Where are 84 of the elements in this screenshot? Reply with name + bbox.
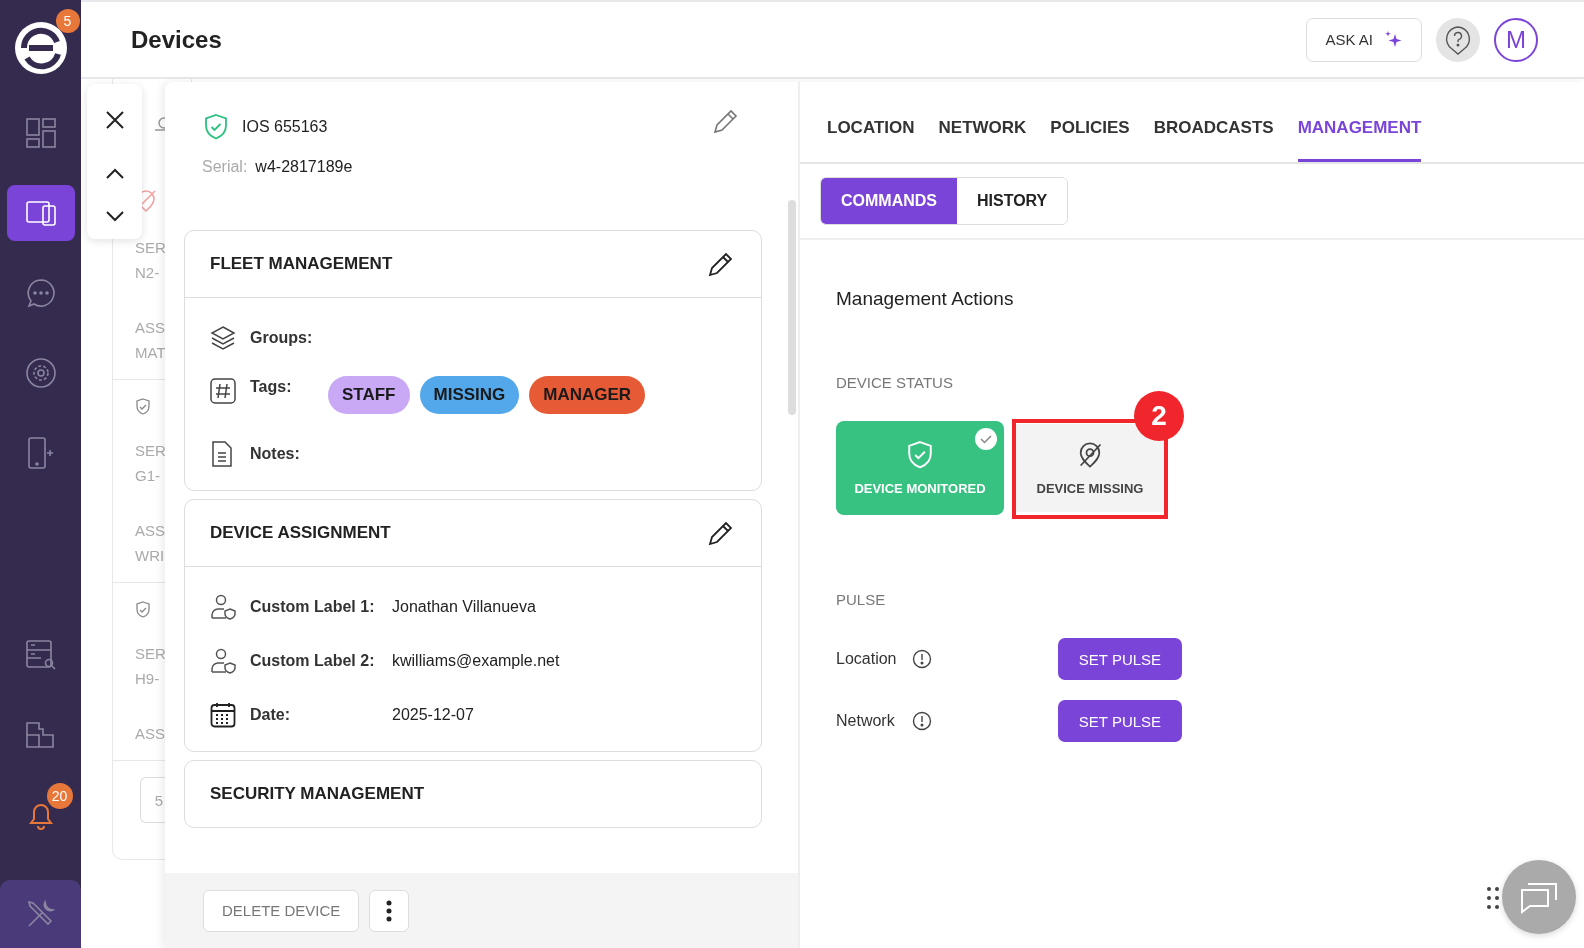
group-label: PULSE [836,591,887,608]
segment-tab[interactable]: COMMANDS [821,178,957,224]
calendar-icon [210,702,236,728]
chevron-down-icon[interactable] [104,210,125,222]
section-heading: Management Actions [836,288,1015,310]
close-icon[interactable] [104,110,125,130]
section-title: DEVICE ASSIGNMENT [210,523,391,543]
shield-check-icon [204,114,228,140]
setting-label: Location [836,650,898,668]
set-pulse-button[interactable]: SET PULSE [1058,638,1182,680]
shield-check-icon [907,440,933,469]
list-text: ASS [135,319,166,336]
setting-label: Network [836,712,896,730]
user-shield-icon [210,594,238,620]
list-text: SER [135,645,167,662]
user-avatar[interactable]: M [1494,17,1538,62]
delete-device-button[interactable]: DELETE DEVICE [203,889,360,932]
scrollbar-thumb[interactable] [788,200,796,415]
edit-icon[interactable] [707,250,735,278]
dashboard-icon [24,117,57,149]
user-shield-icon [210,648,238,674]
tab[interactable]: LOCATION [827,96,915,162]
chevron-up-icon[interactable] [104,168,125,180]
page-title: Devices [131,25,222,54]
notification-badge: 20 [46,783,73,809]
list-text: ASS [135,522,166,539]
tab[interactable]: BROADCASTS [1153,96,1274,162]
layers-icon [210,325,236,351]
shield-icon [135,398,151,416]
field-label: Tags: [250,378,293,396]
list-text: SER [135,239,167,256]
field-label: Custom Label 2: [250,652,376,670]
devices-icon [24,199,57,227]
tab[interactable]: MANAGEMENT [1297,96,1422,162]
pin-off-icon [1077,440,1103,469]
list-text: G1- [135,467,161,484]
field-value: 2025-12-07 [392,706,474,724]
add-phone-icon [26,436,55,470]
more-button[interactable] [369,889,410,932]
nav-item[interactable] [6,185,75,241]
list-text: WRI [135,547,166,564]
more-icon [386,899,393,922]
ask-ai-button[interactable]: ASK AI [1306,17,1422,62]
help-icon [1444,24,1472,55]
check-icon [974,427,998,451]
tab[interactable]: NETWORK [938,96,1027,162]
field-label: Notes: [250,445,301,463]
group-label: DEVICE STATUS [836,374,954,391]
chat-icon [24,277,57,309]
device-name: IOS 655163 [242,118,328,136]
serial-label: Serial: [202,158,248,176]
section-title: FLEET MANAGEMENT [210,254,393,274]
tag[interactable]: MANAGER [529,376,646,414]
document-icon [210,441,234,467]
list-text: ASS [135,725,166,742]
tag[interactable]: STAFF [328,376,410,414]
hashtag-icon [210,378,236,404]
edit-icon[interactable] [707,519,735,547]
set-pulse-button[interactable]: SET PULSE [1058,700,1182,742]
step-number: 2 [1134,391,1184,441]
list-text: MAT [135,344,167,361]
info-icon[interactable] [912,649,932,669]
chat-bubbles-icon [1520,880,1558,914]
search-icon [155,116,167,134]
gear-icon [24,357,57,389]
list-text: N2- [135,264,161,281]
notification-badge: 5 [55,9,80,33]
field-label: Groups: [250,329,314,347]
serial-number: w4-2817189e [255,158,353,176]
section-title: SECURITY MANAGEMENT [210,784,425,804]
list-text: SER [135,442,167,459]
status-option[interactable]: DEVICE MISSING [1016,424,1164,512]
tag[interactable]: MISSING [419,376,520,414]
field-label: Custom Label 1: [250,598,376,616]
field-value: Jonathan Villanueva [392,598,536,616]
field-label: Date: [250,706,291,724]
info-icon[interactable] [912,711,932,731]
tab[interactable]: POLICIES [1050,96,1130,162]
field-value: kwilliams@example.net [392,652,560,670]
help-button[interactable] [1436,17,1480,62]
drag-handle-icon[interactable] [1486,886,1500,910]
shield-icon [135,601,151,619]
list-text: H9- [135,670,161,687]
server-search-icon [24,639,57,671]
